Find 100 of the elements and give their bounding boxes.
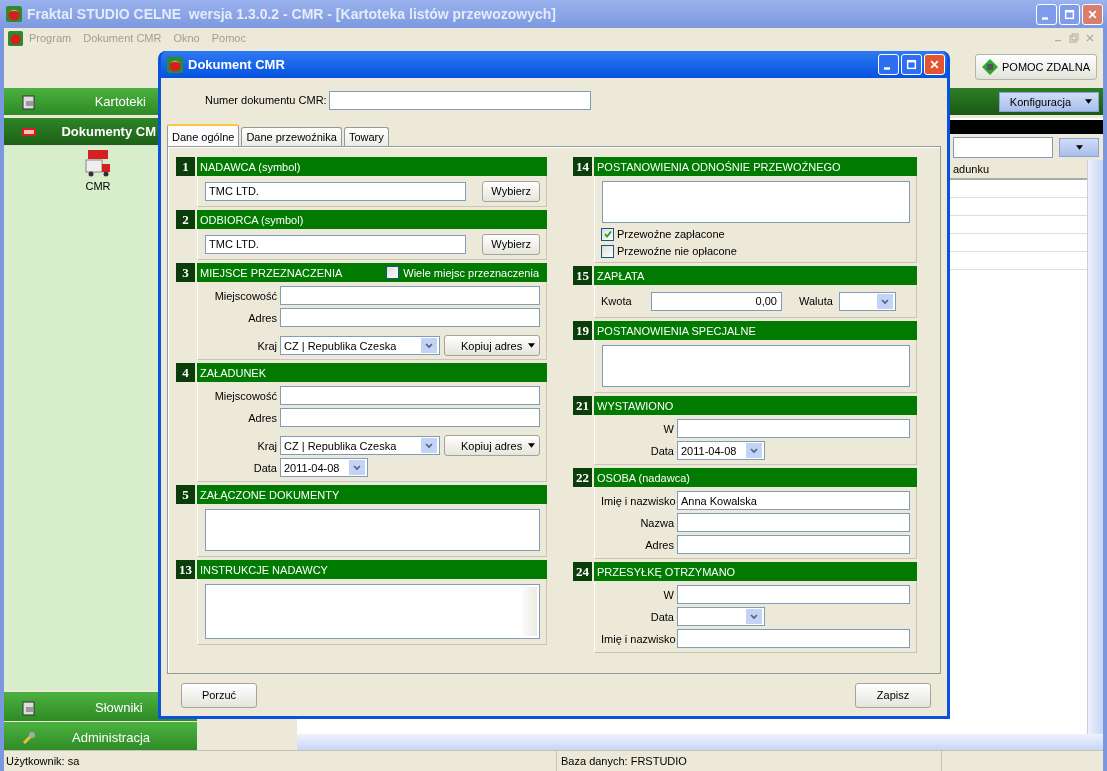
configuration-dropdown[interactable]: Konfiguracja — [998, 91, 1099, 112]
scrollbar[interactable] — [522, 587, 537, 636]
checkmark-icon — [602, 229, 613, 239]
close-icon — [1087, 8, 1098, 20]
module-item[interactable]: CMR — [84, 150, 112, 196]
dialog-title: Dokument CMR — [188, 57, 285, 72]
text-field[interactable] — [280, 386, 540, 405]
section-title: POSTANOWIENIA ODNOŚNIE PRZEWOŹNEGO — [597, 160, 841, 173]
field-label: Data — [252, 461, 277, 474]
save-button[interactable]: Zapisz — [855, 682, 931, 708]
date-picker[interactable]: 2011-04-08 — [677, 441, 765, 460]
checkbox-label: Przewoźne zapłacone — [617, 228, 725, 240]
cabinet-icon — [21, 699, 37, 716]
section-title: OSOBA (nadawca) — [597, 471, 690, 484]
checkbox[interactable] — [601, 244, 614, 258]
text-area[interactable] — [602, 345, 910, 387]
cabinet-icon — [21, 93, 37, 110]
text-field[interactable] — [677, 629, 910, 648]
minimize-button[interactable] — [878, 54, 899, 75]
section-number: 2 — [176, 210, 195, 229]
field-label: Kraj — [256, 339, 277, 352]
status-text: Użytkownik: sa — [4, 751, 557, 771]
maximize-button[interactable] — [901, 54, 922, 75]
date-picker[interactable] — [677, 607, 765, 626]
discard-button[interactable]: Porzuć — [181, 682, 257, 708]
country-dropdown[interactable]: CZ | Republika Czeska — [280, 336, 440, 355]
text-field[interactable] — [280, 408, 540, 427]
field-label: W — [662, 588, 674, 601]
logo-icon — [8, 30, 23, 46]
copy-address-button[interactable]: Kopiuj adres — [444, 435, 540, 456]
status-text: Baza danych: FRSTUDIO — [557, 751, 942, 771]
field-label: Kraj — [256, 439, 277, 452]
column-header[interactable]: adunku — [953, 163, 990, 175]
section-title: WYSTAWIONO — [597, 399, 674, 412]
text-field[interactable] — [677, 513, 910, 532]
field-label: Nazwa — [639, 516, 674, 529]
text-field[interactable] — [280, 308, 540, 327]
section-title: ZAŁADUNEK — [200, 366, 267, 379]
section-title: MIEJSCE PRZEZNACZENIA — [200, 266, 343, 279]
logo-icon — [6, 6, 22, 22]
field-label: Imię i nazwisko — [601, 632, 674, 645]
select-button[interactable]: Wybierz — [482, 233, 540, 255]
section-number: 24 — [573, 562, 592, 581]
remote-help-button[interactable]: POMOC ZDALNA — [975, 54, 1097, 80]
field-label: Kwota — [601, 295, 633, 307]
field-label: Miejscowość — [213, 289, 277, 302]
minimize-icon — [1042, 16, 1048, 20]
field-label: Data — [649, 444, 674, 457]
caret-icon — [1085, 99, 1092, 104]
select-button[interactable]: Wybierz — [482, 180, 540, 202]
text-area[interactable] — [205, 584, 540, 639]
section-number: 3 — [176, 263, 195, 282]
section-number: 21 — [573, 396, 592, 415]
section-number: 5 — [176, 485, 195, 504]
maximize-button[interactable] — [1059, 3, 1080, 25]
checkbox[interactable] — [386, 266, 400, 279]
text-field[interactable]: TMC LTD. — [205, 234, 467, 254]
maximize-icon — [1064, 8, 1075, 20]
field-label: Adres — [247, 311, 277, 324]
checkbox[interactable] — [601, 227, 614, 241]
window-title: Fraktal STUDIO CELNE wersja 1.3.0.2 - CMR - [Kartoteka listów przewozowych] — [27, 6, 556, 22]
scrollbar[interactable] — [1087, 160, 1103, 734]
text-field[interactable] — [677, 419, 910, 438]
maximize-icon — [906, 59, 917, 70]
section-number: 22 — [573, 468, 592, 487]
close-button[interactable] — [1085, 33, 1095, 43]
tab[interactable]: Dane ogólne — [167, 124, 240, 147]
text-field[interactable] — [677, 535, 910, 554]
text-field[interactable] — [329, 90, 591, 110]
section-title: ODBIORCA (symbol) — [200, 213, 304, 226]
text-field[interactable] — [280, 286, 540, 305]
copy-address-button[interactable]: Kopiuj adres — [444, 335, 540, 356]
text-field[interactable] — [677, 585, 910, 604]
field-label: Numer dokumentu CMR: — [205, 94, 325, 106]
country-dropdown[interactable]: CZ | Republika Czeska — [280, 436, 440, 455]
minimize-button[interactable] — [1036, 3, 1057, 25]
filter-field[interactable] — [953, 136, 1053, 158]
field-label: Adres — [247, 411, 277, 424]
currency-dropdown[interactable] — [838, 291, 896, 311]
filter-dropdown-button[interactable] — [1059, 137, 1099, 157]
scrollbar[interactable] — [297, 734, 1103, 750]
minimize-icon — [884, 67, 890, 70]
text-field[interactable]: TMC LTD. — [205, 181, 467, 201]
nav-item[interactable]: Kartoteki — [4, 88, 158, 115]
field-label: Imię i nazwisko — [601, 494, 674, 507]
tools-icon — [21, 729, 37, 746]
section-number: 4 — [176, 363, 195, 382]
section-number: 19 — [573, 321, 592, 340]
field-label: Miejscowość — [213, 389, 277, 402]
restore-button[interactable] — [1069, 33, 1079, 43]
amount-field[interactable]: 0,00 — [651, 291, 782, 311]
tab[interactable]: Towary — [343, 127, 389, 146]
date-picker[interactable]: 2011-04-08 — [280, 458, 368, 477]
text-field[interactable]: Anna Kowalska — [677, 491, 910, 510]
text-area[interactable] — [205, 509, 540, 551]
section-title: ZAPŁATA — [597, 269, 645, 282]
field-label: W — [662, 422, 674, 435]
section-title: INSTRUKCJE NADAWCY — [200, 563, 328, 576]
tab[interactable]: Dane przewoźnika — [241, 127, 342, 146]
checkbox-label: Przewoźne nie opłacone — [617, 245, 737, 257]
